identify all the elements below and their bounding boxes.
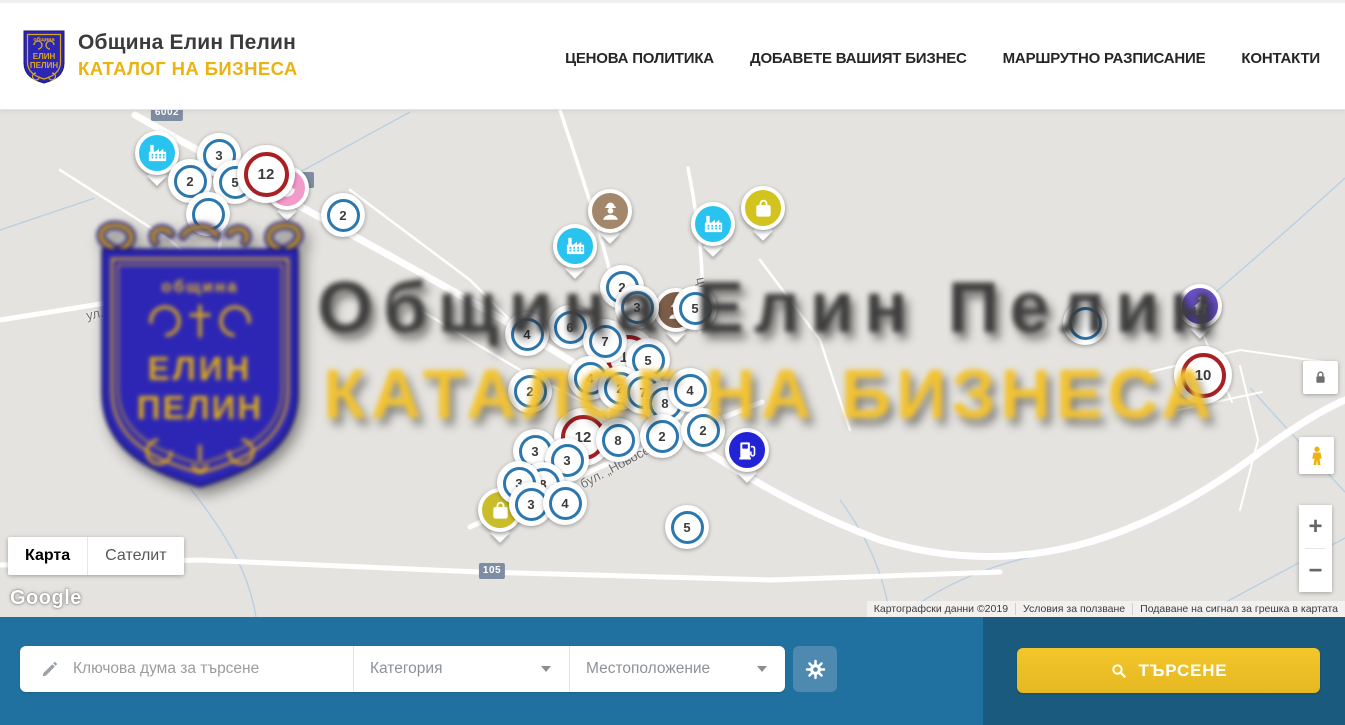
advanced-search-button[interactable] xyxy=(793,646,837,692)
map-pin-bag[interactable] xyxy=(741,186,785,230)
cluster-marker[interactable]: 10 xyxy=(1174,346,1232,404)
map-pin-fuel[interactable] xyxy=(725,428,769,472)
cluster-count: 4 xyxy=(549,487,582,520)
keyword-input[interactable] xyxy=(73,660,323,678)
factory-icon xyxy=(702,213,725,236)
site-header: община ЕЛИН ПЕЛИН Община Елин Пелин КАТА… xyxy=(0,0,1345,110)
cluster-marker[interactable]: 12 xyxy=(237,145,295,203)
attribution-report-link[interactable]: Подаване на сигнал за грешка в картата xyxy=(1132,603,1345,615)
app-root: община ЕЛИН ПЕЛИН Община Елин Пелин КАТА… xyxy=(0,0,1345,725)
cluster-count: 2 xyxy=(514,375,547,408)
chevron-down-icon xyxy=(757,666,767,672)
cluster-count: 3 xyxy=(621,291,654,324)
street-view-pegman-button[interactable] xyxy=(1299,437,1334,474)
cluster-count: 5 xyxy=(671,511,704,544)
factory-icon xyxy=(146,142,169,165)
cluster-marker[interactable]: 4 xyxy=(543,481,587,525)
site-title: Община Елин Пелин xyxy=(78,31,298,55)
search-button-label: ТЪРСЕНЕ xyxy=(1139,661,1228,681)
municipality-crest-logo: община ЕЛИН ПЕЛИН xyxy=(20,25,68,85)
category-label: Категория xyxy=(370,660,442,678)
zoom-out-button[interactable]: − xyxy=(1299,549,1332,592)
map-pin-factory[interactable] xyxy=(691,202,735,246)
cluster-count: 8 xyxy=(602,424,635,457)
google-logo[interactable]: Google xyxy=(10,587,82,610)
cluster-count: 6 xyxy=(554,311,587,344)
cluster-marker[interactable]: 2 xyxy=(640,414,684,458)
cluster-marker[interactable]: 4 xyxy=(668,368,712,412)
cluster-marker[interactable] xyxy=(1063,301,1107,345)
nav-item-contacts[interactable]: КОНТАКТИ xyxy=(1241,50,1320,67)
map-pin-church[interactable] xyxy=(1178,284,1222,328)
gear-icon xyxy=(804,658,827,681)
map-canvas[interactable]: 6002105ул. Преславбул. „Новоселции 32512… xyxy=(0,110,1345,617)
cluster-marker[interactable]: 4 xyxy=(505,312,549,356)
map-type-map-button[interactable]: Карта xyxy=(8,537,88,575)
cluster-marker[interactable]: 8 xyxy=(596,418,640,462)
cluster-count: 4 xyxy=(511,318,544,351)
cluster-count: 12 xyxy=(244,152,289,197)
worker-icon xyxy=(599,200,622,223)
cluster-marker[interactable]: 2 xyxy=(321,193,365,237)
cluster-marker[interactable]: 5 xyxy=(665,505,709,549)
cluster-count: 2 xyxy=(646,420,679,453)
map-pin-worker[interactable] xyxy=(588,189,632,233)
crest-sm-line2: ПЕЛИН xyxy=(30,61,58,70)
pencil-icon xyxy=(40,660,59,679)
cluster-marker[interactable]: 2 xyxy=(681,408,725,452)
fuel-icon xyxy=(736,439,759,462)
location-select[interactable]: Местоположение xyxy=(570,646,785,692)
cluster-count: 10 xyxy=(1181,353,1226,398)
main-nav: ЦЕНОВА ПОЛИТИКА ДОБАВЕТЕ ВАШИЯТ БИЗНЕС МАР… xyxy=(565,3,1320,113)
zoom-in-button[interactable]: + xyxy=(1299,505,1332,548)
keyword-field[interactable] xyxy=(20,646,353,692)
bag-icon xyxy=(752,197,775,220)
map-type-control: Карта Сателит xyxy=(8,537,184,575)
map-attribution: Картографски данни ©2019 Условия за полз… xyxy=(867,601,1345,617)
zoom-control: + − xyxy=(1299,505,1332,592)
attribution-terms-link[interactable]: Условия за ползване xyxy=(1015,603,1132,615)
cluster-count xyxy=(1069,307,1102,340)
crest-sm-line1: ЕЛИН xyxy=(33,52,56,61)
site-logo[interactable]: община ЕЛИН ПЕЛИН Община Елин Пелин КАТА… xyxy=(20,25,298,85)
cluster-marker[interactable] xyxy=(186,192,230,236)
cluster-count: 2 xyxy=(327,199,360,232)
search-icon xyxy=(1110,662,1128,680)
cluster-count: 4 xyxy=(674,374,707,407)
cluster-count: 7 xyxy=(589,325,622,358)
cluster-marker[interactable]: 5 xyxy=(673,286,717,330)
category-select[interactable]: Категория xyxy=(354,646,569,692)
nav-item-pricing[interactable]: ЦЕНОВА ПОЛИТИКА xyxy=(565,50,714,67)
pegman-icon xyxy=(1306,445,1328,467)
cluster-count xyxy=(192,198,225,231)
nav-item-transport-schedule[interactable]: МАРШРУТНО РАЗПИСАНИЕ xyxy=(1003,50,1206,67)
search-button[interactable]: ТЪРСЕНЕ xyxy=(1017,648,1320,693)
factory-icon xyxy=(564,235,587,258)
cluster-count: 5 xyxy=(679,292,712,325)
nav-item-add-business[interactable]: ДОБАВЕТЕ ВАШИЯТ БИЗНЕС xyxy=(750,50,967,67)
map-pin-factory[interactable] xyxy=(553,224,597,268)
search-bar: Категория Местоположение ТЪРСЕНЕ xyxy=(0,617,1345,725)
cluster-marker[interactable]: 2 xyxy=(508,369,552,413)
search-fields: Категория Местоположение xyxy=(20,646,785,692)
church-icon xyxy=(1189,295,1212,318)
map-type-satellite-button[interactable]: Сателит xyxy=(88,537,183,575)
cluster-count: 2 xyxy=(687,414,720,447)
lock-icon xyxy=(1312,369,1329,386)
chevron-down-icon xyxy=(541,666,551,672)
map-lock-button[interactable] xyxy=(1303,361,1338,394)
location-label: Местоположение xyxy=(586,660,710,678)
attribution-map-data: Картографски данни ©2019 xyxy=(867,603,1015,615)
cluster-marker[interactable]: 3 xyxy=(615,285,659,329)
site-subtitle: КАТАЛОГ НА БИЗНЕСА xyxy=(78,58,298,80)
